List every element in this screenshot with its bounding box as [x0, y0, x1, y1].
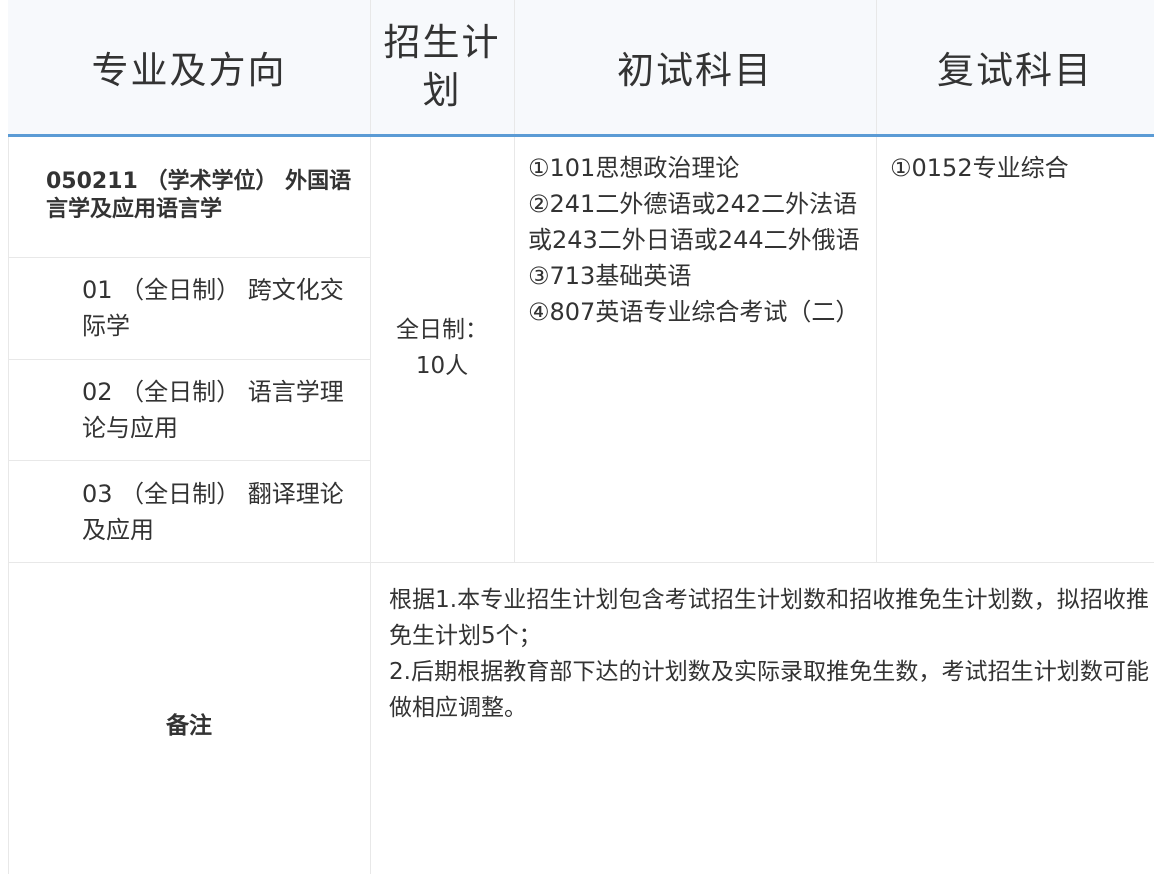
- header-major: 专业及方向: [91, 49, 287, 92]
- enrollment-plan: 全日制： 10人: [370, 312, 514, 384]
- row-divider: [8, 562, 1154, 563]
- remarks-label: 备注: [166, 713, 212, 739]
- initial-exam-list: ①101思想政治理论 ②241二外德语或242二外法语或243二外日语或244二…: [528, 150, 863, 330]
- plan-mode: 全日制：: [396, 317, 488, 343]
- column-divider: [370, 137, 371, 874]
- exam-subject: ③713基础英语: [528, 262, 692, 290]
- direction-item: 02 （全日制） 语言学理论与应用: [82, 378, 344, 442]
- exam-subject: ④807英语专业综合考试（二）: [528, 298, 860, 326]
- header-plan-line1: 招生计: [383, 21, 501, 64]
- header-initial-exam: 初试科目: [617, 49, 773, 92]
- row-divider: [8, 460, 370, 461]
- header-retest: 复试科目: [937, 49, 1093, 92]
- degree-title: 050211 （学术学位） 外国语言学及应用语言学: [46, 169, 352, 222]
- direction-item: 01 （全日制） 跨文化交际学: [82, 276, 344, 340]
- row-divider: [8, 257, 370, 258]
- column-divider: [514, 137, 515, 562]
- retest-subject: ①0152专业综合: [890, 154, 1069, 182]
- remark-line: 2.后期根据教育部下达的计划数及实际录取推免生数，考试招生计划数可能做相应调整。: [389, 659, 1149, 721]
- admission-table: 专业及方向 招生计 划 初试科目 复试科目 050211 （学术学位） 外国语言…: [0, 0, 1154, 874]
- header-divider: [514, 0, 515, 134]
- exam-subject: ②241二外德语或242二外法语或243二外日语或244二外俄语: [528, 190, 860, 254]
- header-plan: 招生计 划: [370, 0, 514, 134]
- header-divider: [370, 0, 371, 134]
- remark-line: 根据1.本专业招生计划包含考试招生计划数和招收推免生计划数，拟招收推免生计划5个…: [389, 587, 1149, 649]
- column-divider: [876, 137, 877, 562]
- table-border-left: [8, 137, 9, 874]
- plan-count: 10人: [415, 353, 469, 379]
- direction-item: 03 （全日制） 翻译理论及应用: [82, 480, 344, 544]
- header-plan-line2: 划: [422, 69, 462, 112]
- header-divider: [876, 0, 877, 134]
- exam-subject: ①101思想政治理论: [528, 154, 740, 182]
- row-divider: [8, 359, 370, 360]
- table-header: 专业及方向 招生计 划 初试科目 复试科目: [8, 0, 1154, 137]
- remarks-text: 根据1.本专业招生计划包含考试招生计划数和招收推免生计划数，拟招收推免生计划5个…: [389, 582, 1149, 726]
